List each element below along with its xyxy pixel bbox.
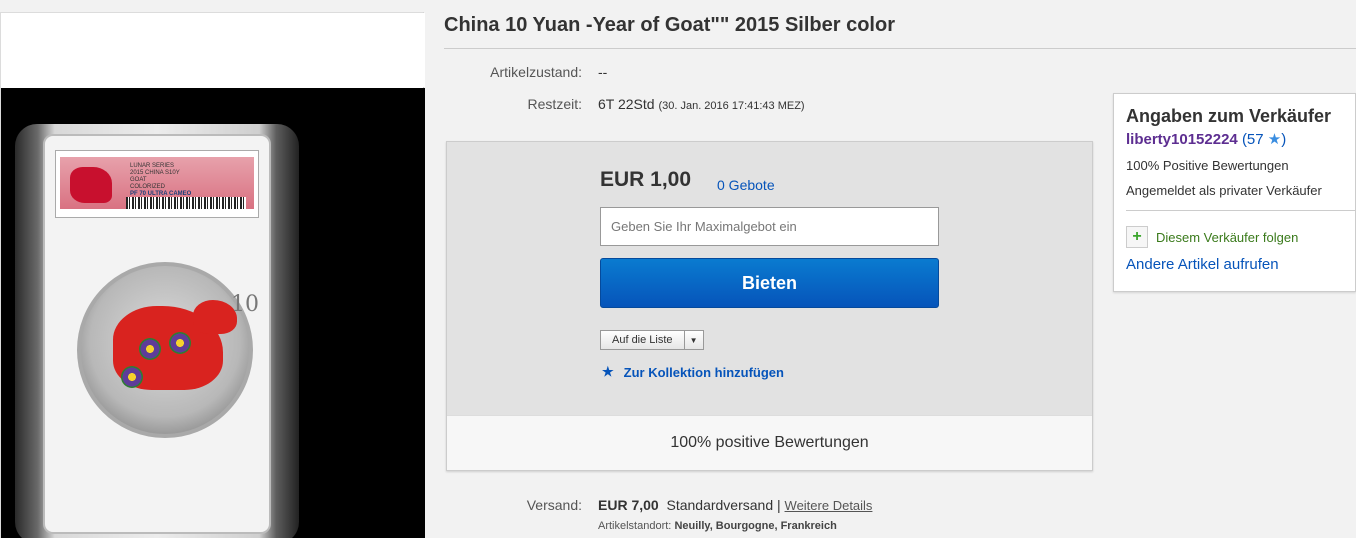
condition-label: Artikelzustand: [490,64,582,80]
seller-info-box: Angaben zum Verkäufer liberty10152224 (5… [1113,93,1356,292]
bid-box-footer: 100% positive Bewertungen [447,415,1092,470]
slab-label: LUNAR SERIES 2015 CHINA S10Y GOAT COLORI… [55,150,259,218]
end-time: (30. Jan. 2016 17:41:43 MEZ) [658,100,805,112]
chevron-down-icon[interactable]: ▼ [685,331,703,349]
shipping-details-link[interactable]: Weitere Details [785,498,873,513]
condition-value: -- [598,64,608,80]
feedback-score-link[interactable]: (57 ★) [1242,131,1286,148]
bid-button[interactable]: Bieten [600,258,939,308]
shipping-label: Versand: [526,497,582,513]
max-bid-input[interactable] [600,207,939,246]
product-photo[interactable]: LUNAR SERIES 2015 CHINA S10Y GOAT COLORI… [1,88,425,538]
follow-seller-label[interactable]: Diesem Verkäufer folgen [1156,230,1298,245]
seller-type: Angemeldet als privater Verkäufer [1126,183,1322,198]
follow-seller-button[interactable]: + Diesem Verkäufer folgen [1126,226,1298,248]
feedback-score[interactable]: (57 [1242,131,1264,148]
add-to-collection-link[interactable]: ★ Zur Kollektion hinzufügen [602,364,784,380]
seller-name-row: liberty10152224 (57 ★) [1126,130,1286,148]
title-divider [444,48,1356,49]
coin-denomination: 10 [231,292,259,317]
seller-positive: 100% Positive Bewertungen [1126,158,1289,173]
barcode [126,197,246,209]
time-left-value: 6T 22Std (30. Jan. 2016 17:41:43 MEZ) [598,96,805,112]
label-line: LUNAR SERIES [130,163,175,169]
seller-divider [1126,210,1356,211]
goat-logo-icon [70,167,112,203]
star-icon: ★ [1267,131,1282,148]
label-text: LUNAR SERIES 2015 CHINA S10Y GOAT COLORI… [130,163,191,198]
seller-heading: Angaben zum Verkäufer [1126,106,1332,126]
label-line: COLORIZED [130,184,166,190]
positive-feedback-text: 100% positive Bewertungen [670,434,869,451]
other-items-link[interactable]: Andere Artikel aufrufen [1126,256,1279,273]
shipping-value: EUR 7,00 Standardversand | Weitere Detai… [598,497,872,513]
star-icon: ★ [602,364,614,379]
label-line: 2015 CHINA S10Y [130,170,180,176]
item-title: China 10 Yuan -Year of Goat"" 2015 Silbe… [444,14,895,36]
bid-box: EUR 1,00 0 Gebote Bieten Auf die Liste ▼… [446,141,1093,471]
label-line: GOAT [130,177,147,183]
time-left-label: Restzeit: [527,96,582,112]
slab-inner: LUNAR SERIES 2015 CHINA S10Y GOAT COLORI… [43,134,271,534]
shipping-method: Standardversand | [666,497,781,513]
label-red-band: LUNAR SERIES 2015 CHINA S10Y GOAT COLORI… [60,157,254,209]
image-top-area [1,13,425,87]
current-price: EUR 1,00 [600,168,692,191]
product-image-panel[interactable]: LUNAR SERIES 2015 CHINA S10Y GOAT COLORI… [0,12,425,538]
watch-list-button[interactable]: Auf die Liste ▼ [600,330,704,350]
flower-icon [121,366,143,388]
plus-icon[interactable]: + [1126,226,1148,248]
location-label: Artikelstandort: [598,520,672,532]
feedback-score-close: ) [1281,131,1287,148]
flower-icon [169,332,191,354]
shipping-price: EUR 7,00 [598,497,659,513]
time-left: 6T 22Std [598,96,655,112]
bids-count-link[interactable]: 0 Gebote [717,177,775,193]
watch-list-label[interactable]: Auf die Liste [601,331,685,349]
item-location: Artikelstandort: Neuilly, Bourgogne, Fra… [598,520,837,532]
coin: 10 [77,262,259,438]
collection-label[interactable]: Zur Kollektion hinzufügen [624,365,784,380]
location-value: Neuilly, Bourgogne, Frankreich [674,520,837,532]
seller-username-link[interactable]: liberty10152224 [1126,131,1238,148]
flower-icon [139,338,161,360]
coin-slab: LUNAR SERIES 2015 CHINA S10Y GOAT COLORI… [15,124,299,538]
